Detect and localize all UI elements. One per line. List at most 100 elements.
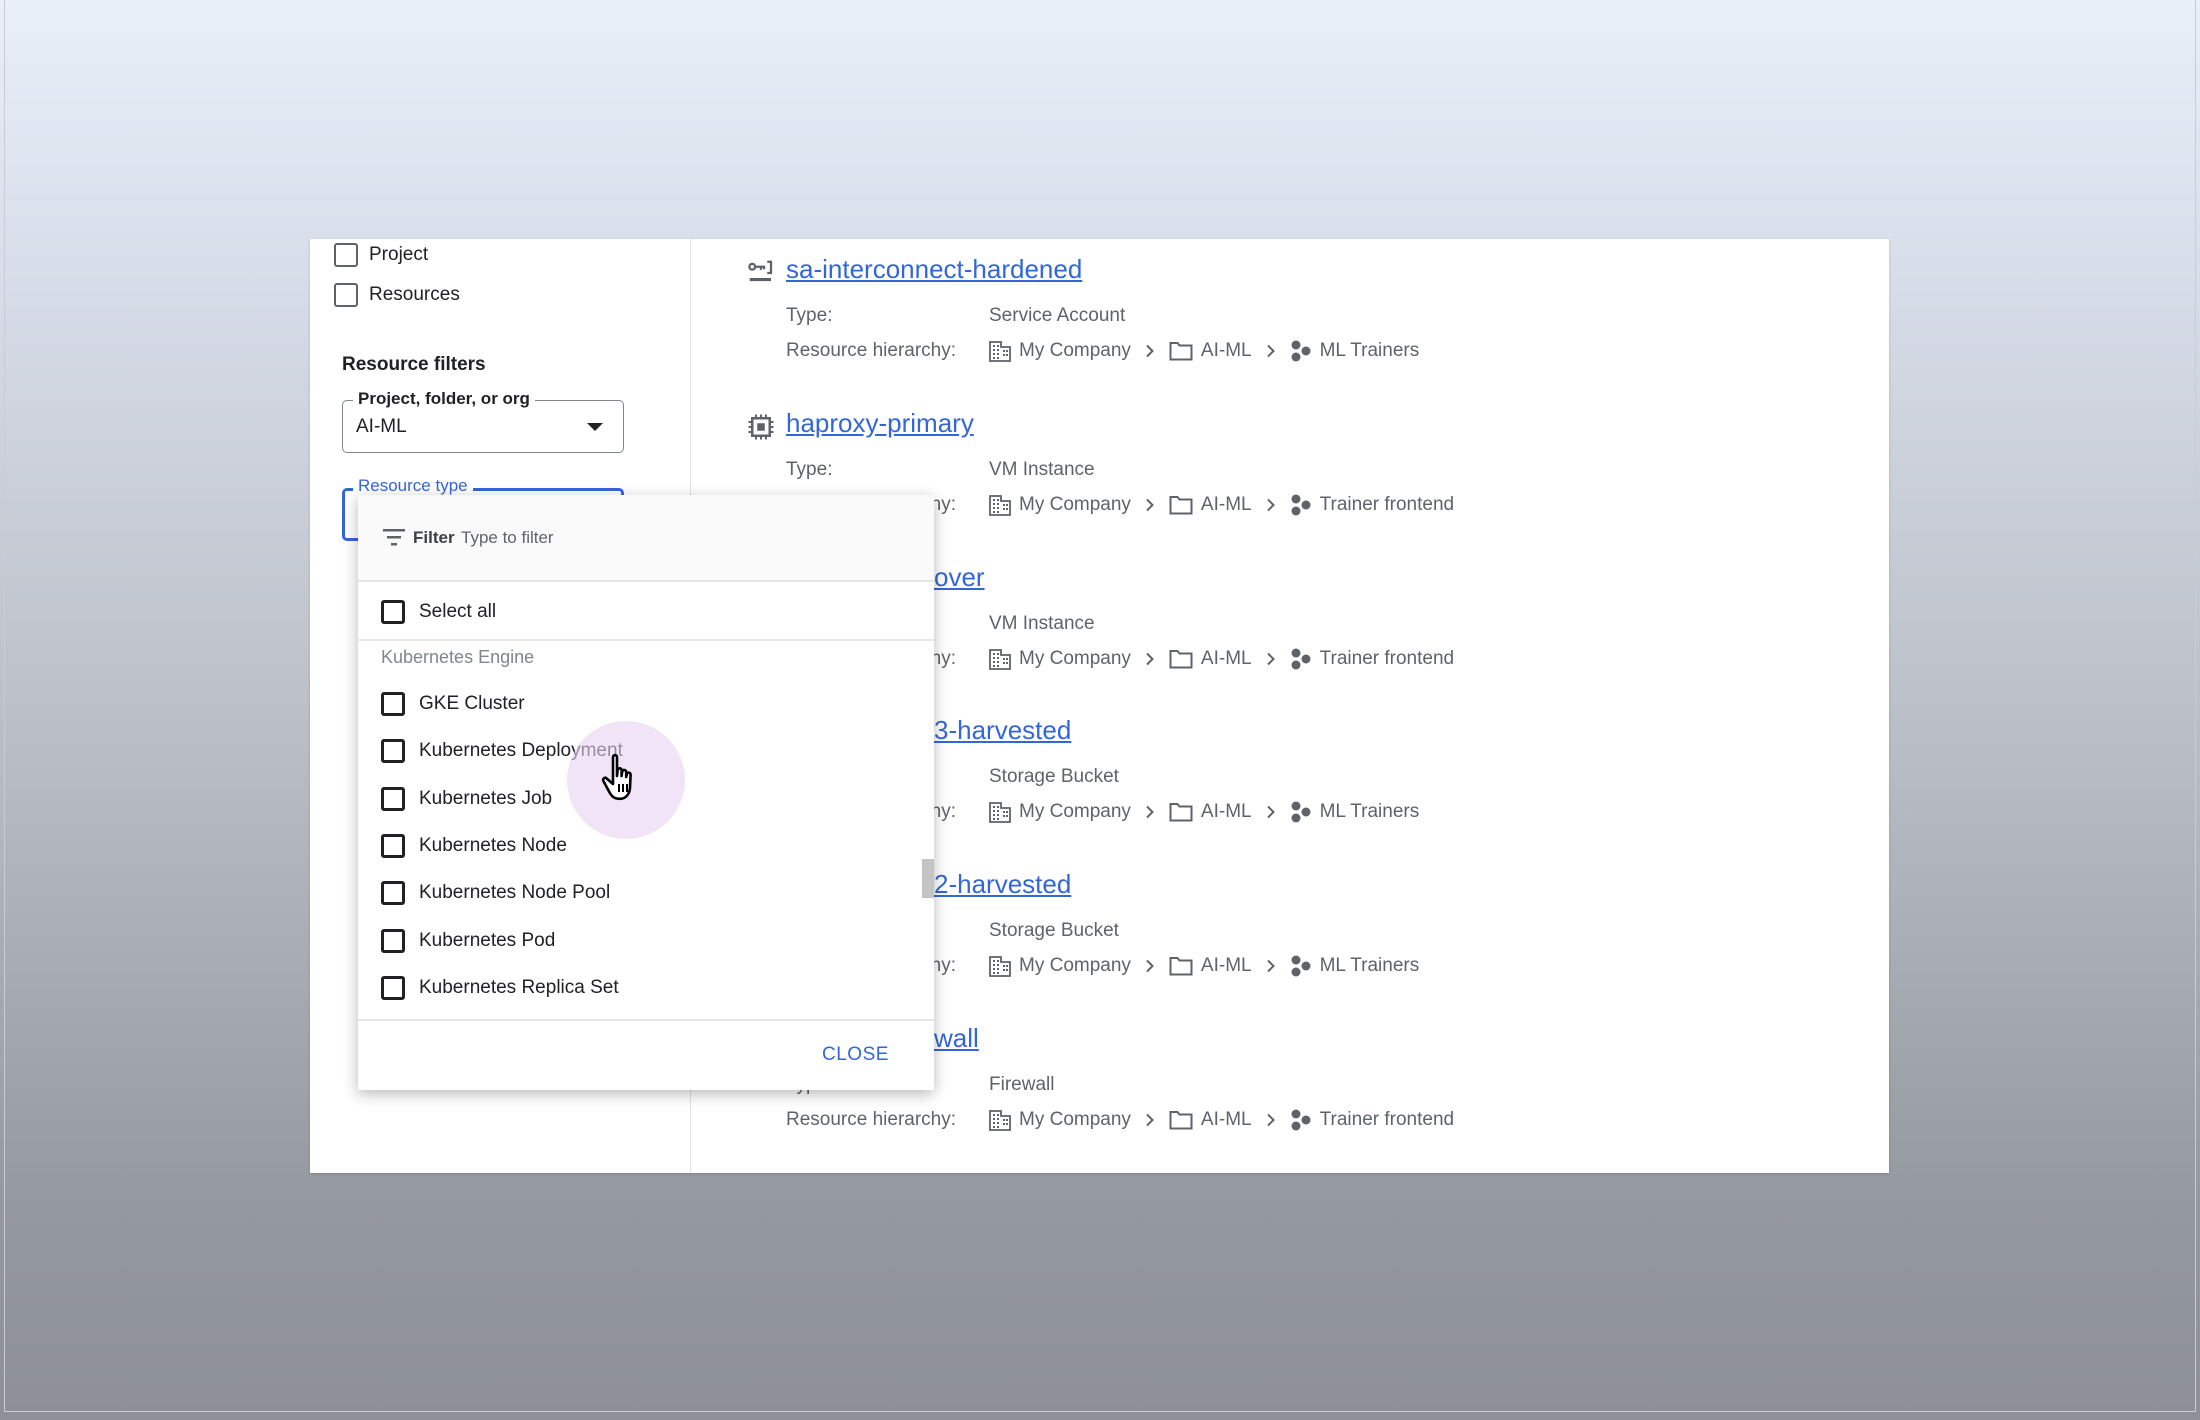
organization-icon <box>989 648 1011 670</box>
project-group-icon <box>1291 1109 1311 1131</box>
type-value: Firewall <box>989 1074 1055 1095</box>
breadcrumb-org[interactable]: My Company <box>1019 1109 1131 1131</box>
breadcrumb-project[interactable]: ML Trainers <box>1320 340 1420 362</box>
folder-icon <box>1169 342 1193 361</box>
option-checkbox[interactable] <box>381 786 405 811</box>
resource-name-link[interactable]: wall <box>934 1023 979 1054</box>
breadcrumb-org[interactable]: My Company <box>1019 648 1131 670</box>
organization-icon <box>989 802 1011 824</box>
group-header: Kubernetes Engine <box>381 647 535 667</box>
resource-name-link[interactable]: 3-harvested <box>934 715 1071 746</box>
resource-type-option[interactable]: Kubernetes Node Pool <box>381 878 610 908</box>
resource-type-option[interactable]: Kubernetes Job <box>381 784 552 814</box>
breadcrumb-project[interactable]: ML Trainers <box>1320 955 1420 977</box>
chevron-right-icon <box>1146 1113 1154 1127</box>
chevron-right-icon <box>1146 806 1154 819</box>
breadcrumb-folder[interactable]: AI-ML <box>1201 494 1252 516</box>
hand-pointer-cursor-icon <box>601 753 632 801</box>
chevron-right-icon <box>1146 344 1154 358</box>
breadcrumb-org[interactable]: My Company <box>1019 340 1131 362</box>
option-checkbox[interactable] <box>381 833 405 858</box>
divider <box>358 1019 934 1021</box>
close-button[interactable]: CLOSE <box>822 1044 889 1066</box>
breadcrumb-folder[interactable]: AI-ML <box>1201 955 1252 977</box>
chevron-right-icon <box>1146 959 1154 973</box>
type-value: Storage Bucket <box>989 766 1119 788</box>
option-checkbox[interactable] <box>381 881 405 906</box>
type-value: VM Instance <box>989 458 1095 480</box>
organization-icon <box>989 341 1011 362</box>
scrollbar-thumb[interactable] <box>922 859 934 898</box>
resource-type-option[interactable]: Kubernetes Replica Set <box>381 973 619 1003</box>
project-checkbox[interactable] <box>334 243 358 267</box>
resource-hierarchy-breadcrumb: My Company AI-ML Trainer frontend <box>989 1109 1454 1131</box>
resource-hierarchy-breadcrumb: My Company AI-ML ML Trainers <box>989 801 1420 824</box>
project-folder-org-select[interactable]: Project, folder, or org AI-ML <box>342 389 624 453</box>
breadcrumb-project[interactable]: Trainer frontend <box>1320 1109 1454 1131</box>
folder-icon <box>1169 495 1193 515</box>
resource-name-link[interactable]: 2-harvested <box>934 869 1071 900</box>
folder-icon <box>1169 1111 1193 1130</box>
type-label: Type: <box>786 458 833 480</box>
option-label: Kubernetes Node <box>419 834 567 856</box>
caret-down-icon <box>587 423 603 431</box>
organization-icon <box>989 1110 1011 1131</box>
resource-type-option[interactable]: GKE Cluster <box>381 689 525 719</box>
chevron-right-icon <box>1146 652 1154 665</box>
option-checkbox[interactable] <box>381 692 405 716</box>
breadcrumb-org[interactable]: My Company <box>1019 494 1131 516</box>
filter-icon <box>383 529 405 546</box>
resource-hierarchy-breadcrumb: My Company AI-ML ML Trainers <box>989 340 1419 362</box>
project-group-icon <box>1291 955 1311 977</box>
option-checkbox[interactable] <box>381 739 405 764</box>
hierarchy-label: Resource hierarchy: <box>786 340 957 361</box>
project-group-icon <box>1291 340 1311 362</box>
breadcrumb-project[interactable]: Trainer frontend <box>1320 494 1454 516</box>
chevron-right-icon <box>1266 806 1275 819</box>
organization-icon <box>989 494 1011 516</box>
folder-icon <box>1169 649 1193 669</box>
type-value: VM Instance <box>989 612 1095 634</box>
resources-checkbox[interactable] <box>334 283 358 307</box>
resource-name-link[interactable]: haproxy-primary <box>786 408 974 439</box>
breadcrumb-project[interactable]: ML Trainers <box>1320 801 1420 823</box>
resource-filters-title: Resource filters <box>342 354 486 375</box>
select-all-option[interactable]: Select all <box>381 597 496 627</box>
option-checkbox[interactable] <box>381 975 405 1000</box>
select-all-checkbox[interactable] <box>381 600 405 624</box>
breadcrumb-org[interactable]: My Company <box>1019 955 1131 977</box>
resource-type-option[interactable]: Kubernetes Node <box>381 831 567 861</box>
resource-hierarchy-breadcrumb: My Company AI-ML Trainer frontend <box>989 648 1454 670</box>
breadcrumb-folder[interactable]: AI-ML <box>1201 340 1252 362</box>
breadcrumb-folder[interactable]: AI-ML <box>1201 1109 1252 1131</box>
select-all-label: Select all <box>419 601 497 622</box>
filter-input[interactable]: Type to filter <box>461 528 554 548</box>
type-label: Type: <box>786 305 833 326</box>
organization-icon <box>989 956 1011 978</box>
option-label: Kubernetes Node Pool <box>419 882 611 904</box>
filter-label: Filter <box>413 528 455 547</box>
option-checkbox[interactable] <box>381 928 405 953</box>
breadcrumb-project[interactable]: Trainer frontend <box>1320 648 1454 670</box>
project-select-value: AI-ML <box>356 416 407 437</box>
option-label: Kubernetes Pod <box>419 929 556 951</box>
project-select-label: Project, folder, or org <box>353 389 535 409</box>
breadcrumb-folder[interactable]: AI-ML <box>1201 648 1252 670</box>
chevron-right-icon <box>1266 344 1275 358</box>
chip-icon <box>746 412 776 442</box>
chevron-right-icon <box>1266 1113 1275 1127</box>
resources-label: Resources <box>369 284 460 305</box>
resource-name-link[interactable]: over <box>934 562 985 593</box>
chevron-right-icon <box>1266 652 1275 665</box>
resource-name-link[interactable]: sa-interconnect-hardened <box>786 254 1082 285</box>
project-group-icon <box>1291 801 1311 823</box>
resource-hierarchy-breadcrumb: My Company AI-ML Trainer frontend <box>989 494 1454 516</box>
breadcrumb-org[interactable]: My Company <box>1019 801 1131 823</box>
resource-type-option[interactable]: Kubernetes Pod <box>381 926 555 956</box>
type-value: Storage Bucket <box>989 920 1119 942</box>
chevron-right-icon <box>1266 959 1275 973</box>
chevron-right-icon <box>1146 498 1154 512</box>
filter-row[interactable]: Filter Type to filter <box>358 495 934 582</box>
breadcrumb-folder[interactable]: AI-ML <box>1201 801 1252 823</box>
resource-hierarchy-breadcrumb: My Company AI-ML ML Trainers <box>989 955 1420 978</box>
